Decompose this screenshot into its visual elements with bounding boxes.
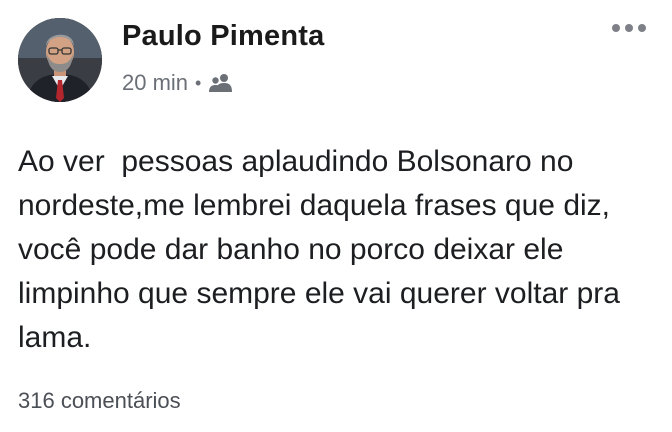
meta-separator: • bbox=[195, 72, 202, 93]
post-timestamp[interactable]: 20 min bbox=[122, 70, 188, 96]
dot-icon bbox=[625, 24, 633, 32]
post-text: Ao ver pessoas aplaudindo Bolsonaro no n… bbox=[18, 145, 629, 354]
post-meta: 20 min • bbox=[122, 70, 235, 96]
profile-photo bbox=[18, 18, 102, 102]
facebook-post: Paulo Pimenta 20 min • Ao ver pessoas ap… bbox=[0, 0, 672, 432]
more-options-icon[interactable] bbox=[612, 24, 646, 32]
dot-icon bbox=[638, 24, 646, 32]
author-name[interactable]: Paulo Pimenta bbox=[122, 20, 324, 53]
dot-icon bbox=[612, 24, 620, 32]
avatar[interactable] bbox=[18, 18, 102, 102]
friends-icon[interactable] bbox=[207, 72, 235, 94]
comments-count[interactable]: 316 comentários bbox=[18, 388, 181, 414]
